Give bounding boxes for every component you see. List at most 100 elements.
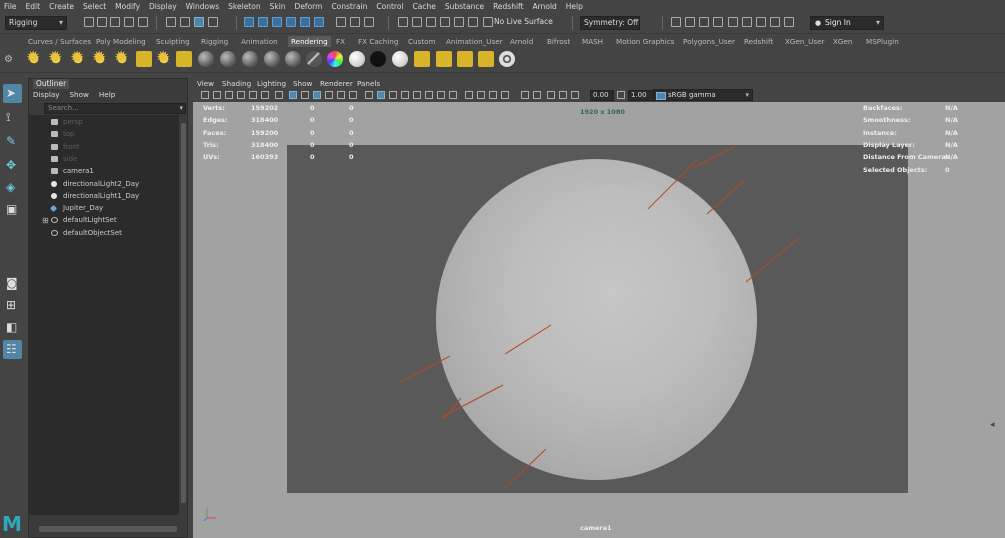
menu-set-select[interactable]: Rigging [5,16,67,30]
outliner-layout[interactable]: ☷ [3,340,22,359]
menu-edit[interactable]: Edit [26,2,41,11]
lambert-icon[interactable] [242,51,258,67]
xray-active-icon[interactable] [477,91,485,99]
smooth-shade-icon[interactable] [377,91,385,99]
magnet-mesh-icon[interactable] [468,17,478,27]
scale-tool[interactable]: ▣ [3,200,22,219]
render-setup-icon[interactable] [742,17,752,27]
light-ray-line[interactable] [706,179,746,215]
panel-collapse-icon[interactable]: ◂ [990,420,995,430]
shelf-tab-bifrost[interactable]: Bifrost [547,36,570,47]
lock-selection-icon[interactable] [208,17,218,27]
area-light-icon[interactable] [114,48,130,68]
wireframe-icon[interactable] [365,91,373,99]
aim-light-icon[interactable] [156,48,172,68]
hypershade-icon[interactable] [728,17,738,27]
outliner-item[interactable]: top [29,128,179,140]
shelf-tab-rigging[interactable]: Rigging [201,36,228,47]
light-ray-line[interactable] [441,384,504,418]
light-ray-line[interactable] [503,448,547,490]
scroll-thumb[interactable] [181,123,186,503]
save-scene-icon[interactable] [110,17,120,27]
ipr-shelf-icon[interactable] [457,51,473,67]
pause-viewport-icon[interactable] [784,17,794,27]
single-perspective-layout[interactable]: ◙ [3,274,22,293]
menu-modify[interactable]: Modify [115,2,140,11]
menu-windows[interactable]: Windows [186,2,219,11]
shelf-tab-fx[interactable]: FX [336,36,345,47]
textured-icon[interactable] [401,91,409,99]
magnet-plane-icon[interactable] [440,17,450,27]
use-background-icon[interactable] [370,51,386,67]
viewport-menu-lighting[interactable]: Lighting [257,78,286,89]
motion-blur-icon[interactable] [449,91,457,99]
outliner-horizontal-scrollbar[interactable] [39,526,177,532]
standard-surface-icon[interactable] [198,51,214,67]
viewport-menu-show[interactable]: Show [293,78,312,89]
use-lights-icon[interactable] [413,91,421,99]
shelf-tab-curves-surfaces[interactable]: Curves / Surfaces [28,36,91,47]
ipr-render-icon[interactable] [699,17,709,27]
shelf-tab-animation[interactable]: Animation [241,36,278,47]
phonge-icon[interactable] [285,51,301,67]
magnet-curve-icon[interactable] [412,17,422,27]
light-ray-line[interactable] [647,158,699,210]
point-light-icon[interactable] [70,48,86,68]
snap-view-plane-icon[interactable] [286,17,296,27]
render-view-shelf-icon[interactable] [414,51,430,67]
light-ray-line[interactable] [745,237,800,283]
lasso-tool[interactable]: ⟟ [3,108,22,127]
viewport-menu-renderer[interactable]: Renderer [320,78,353,89]
outliner-search-input[interactable]: Search... [44,103,186,114]
shelf-tab-fx-caching[interactable]: FX Caching [358,36,398,47]
outliner-item[interactable]: defaultObjectSet [29,227,179,239]
shelf-tab-polygons-user[interactable]: Polygons_User [683,36,735,47]
blinn-icon[interactable] [220,51,236,67]
outliner-item[interactable]: front [29,141,179,153]
render-current-icon[interactable] [436,51,452,67]
shelf-tab-animation-user[interactable]: Animation_User [446,36,503,47]
magnet-icon[interactable] [398,17,408,27]
outliner-item[interactable]: directionalLight2_Day [29,178,179,190]
outliner-menu-help[interactable]: Help [99,89,115,100]
exposure-icon[interactable] [571,91,579,99]
ambient-light-icon[interactable] [26,48,42,68]
viewport-panel[interactable]: 1920 x 1080 Verts: 159202 0 0 Edges: 318400 0 0… [193,102,1005,538]
safe-title-icon[interactable] [349,91,357,99]
shelf-tab-rendering[interactable]: Rendering [288,36,331,47]
menu-skin[interactable]: Skin [270,2,286,11]
shelf-settings-icon[interactable]: ⚙ [4,54,13,65]
move-tool[interactable]: ✥ [3,156,22,175]
select-tool[interactable]: ➤ [3,84,22,103]
redo-icon[interactable] [138,17,148,27]
menu-substance[interactable]: Substance [445,2,484,11]
open-scene-icon[interactable] [97,17,107,27]
persp-outliner-layout[interactable]: ◧ [3,318,22,337]
input-ops-icon[interactable] [336,17,346,27]
grid-icon[interactable] [275,91,283,99]
snap-live-icon[interactable] [300,17,310,27]
shelf-tab-redshift[interactable]: Redshift [744,36,773,47]
ramp-shader-icon[interactable] [327,51,343,67]
light-ray-line[interactable] [400,355,451,383]
menu-deform[interactable]: Deform [295,2,323,11]
shelf-tab-sculpting[interactable]: Sculpting [156,36,190,47]
make-live-icon[interactable] [483,17,493,27]
spot-light-icon[interactable] [92,48,108,68]
field-chart-icon[interactable] [325,91,333,99]
outliner-item[interactable]: Jupiter_Day [29,202,179,214]
surface-shader-icon[interactable] [349,51,365,67]
outliner-item[interactable]: directionalLight1_Day [29,190,179,202]
menu-create[interactable]: Create [49,2,74,11]
color-management-icon[interactable] [533,91,541,99]
viewport-menu-panels[interactable]: Panels [357,78,380,89]
outliner-item[interactable]: side [29,153,179,165]
frame-selected-icon[interactable] [559,91,567,99]
anisotropic-icon[interactable] [306,51,322,67]
menu-select[interactable]: Select [83,2,106,11]
render-frame-icon[interactable] [685,17,695,27]
outliner-vertical-scrollbar[interactable] [180,115,187,515]
volume-light-icon[interactable] [136,51,152,67]
shelf-tab-xgen[interactable]: XGen [833,36,852,47]
outliner-menu-display[interactable]: Display [33,89,60,100]
